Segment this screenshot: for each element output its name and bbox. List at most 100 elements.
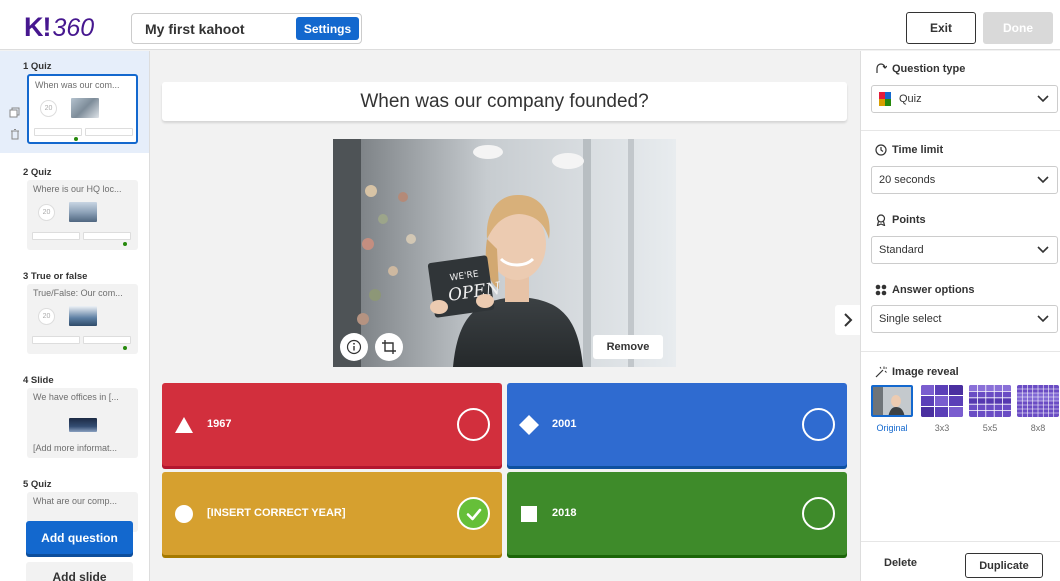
mark-correct-toggle[interactable] (802, 408, 835, 441)
answer-placeholder (83, 232, 131, 240)
reveal-8x8-thumbnail (1017, 385, 1059, 417)
slide-item-2[interactable]: 2 Quiz Where is our HQ loc... 20 (0, 159, 149, 259)
duplicate-button[interactable]: Duplicate (965, 553, 1043, 578)
reveal-5x5-option[interactable] (969, 385, 1011, 417)
slide-item-4[interactable]: 4 Slide We have offices in [... [Add mor… (0, 369, 149, 469)
slide-thumbnail[interactable]: We have offices in [... [Add more inform… (27, 388, 138, 458)
reveal-8x8-option[interactable] (1017, 385, 1059, 417)
collapse-panel-button[interactable] (835, 305, 860, 335)
chevron-down-icon (1037, 315, 1049, 323)
question-type-select[interactable]: Quiz (871, 85, 1058, 113)
exit-button[interactable]: Exit (906, 12, 976, 44)
answer-text: [INSERT CORRECT YEAR] (207, 507, 346, 519)
reveal-option-label: 3x3 (934, 423, 950, 433)
settings-panel: Question type Quiz Time limit 20 seconds… (860, 51, 1060, 581)
image-crop-button[interactable] (375, 333, 403, 361)
answer-text: 2018 (552, 507, 577, 519)
slide-question-preview: True/False: Our com... (33, 288, 123, 298)
settings-button[interactable]: Settings (296, 17, 359, 40)
divider (861, 130, 1060, 131)
triangle-icon (175, 417, 193, 433)
delete-button[interactable]: Delete (884, 557, 917, 569)
slide-label: 4 Slide (23, 375, 54, 386)
slide-timer: 20 (40, 100, 57, 117)
image-reveal-heading: Image reveal (875, 366, 959, 378)
slide-question-preview: What are our comp... (33, 496, 118, 506)
slide-thumbnail[interactable]: True/False: Our com... 20 (27, 284, 138, 354)
slide-image-thumbnail (69, 202, 97, 222)
reveal-original-option[interactable] (871, 385, 913, 417)
slide-image-thumbnail (69, 418, 97, 432)
reveal-option-label: 8x8 (1030, 423, 1046, 433)
points-select[interactable]: Standard (871, 236, 1058, 264)
remove-image-button[interactable]: Remove (593, 335, 663, 359)
divider (861, 351, 1060, 352)
add-slide-button[interactable]: Add slide (26, 562, 133, 581)
crop-icon (382, 340, 396, 354)
slide-body-preview: [Add more informat... (33, 443, 118, 453)
answer-placeholder (32, 232, 80, 240)
award-icon (876, 214, 886, 226)
slide-list-sidebar: 1 Quiz When was our com... 20 2 Quiz Whe… (0, 51, 150, 581)
chevron-down-icon (1037, 246, 1049, 254)
slide-label: 3 True or false (23, 271, 88, 282)
done-button[interactable]: Done (983, 12, 1053, 44)
reveal-3x3-option[interactable] (921, 385, 963, 417)
kahoot-360-logo[interactable]: K! 360 (24, 12, 94, 42)
answer-3[interactable]: [INSERT CORRECT YEAR] (162, 472, 502, 555)
slide-image-thumbnail (69, 306, 97, 326)
answer-text: 1967 (207, 418, 232, 430)
divider (861, 541, 1060, 542)
answer-options-icon (875, 284, 887, 296)
kahoot-title-field[interactable]: My first kahoot Settings (131, 13, 362, 44)
correct-answer-dot (74, 137, 78, 141)
question-title-input[interactable]: When was our company founded? (162, 82, 847, 121)
chevron-down-icon (1037, 95, 1049, 103)
mark-correct-toggle[interactable] (457, 497, 490, 530)
reveal-3x3-thumbnail (921, 385, 963, 417)
kahoot-title: My first kahoot (145, 21, 245, 37)
answer-text: 2001 (552, 418, 577, 430)
reveal-5x5-thumbnail (969, 385, 1011, 417)
answer-options-select[interactable]: Single select (871, 305, 1058, 333)
magic-wand-icon (875, 366, 887, 378)
reveal-original-thumbnail (873, 387, 911, 415)
mark-correct-toggle[interactable] (802, 497, 835, 530)
slide-label: 1 Quiz (23, 61, 52, 72)
slide-item-5[interactable]: 5 Quiz What are our comp... (0, 474, 149, 532)
slide-question-preview: When was our com... (35, 80, 120, 90)
image-info-button[interactable] (340, 333, 368, 361)
correct-answer-dot (123, 346, 127, 350)
clock-icon (875, 144, 887, 156)
slide-thumbnail[interactable]: Where is our HQ loc... 20 (27, 180, 138, 250)
time-limit-heading: Time limit (875, 144, 943, 156)
mark-correct-toggle[interactable] (457, 408, 490, 441)
slide-timer: 20 (38, 204, 55, 221)
answer-1[interactable]: 1967 (162, 383, 502, 466)
trash-icon[interactable] (9, 128, 21, 140)
answer-2[interactable]: 2001 (507, 383, 847, 466)
answer-placeholder (32, 336, 80, 344)
quiz-icon (879, 92, 891, 106)
time-limit-select[interactable]: 20 seconds (871, 166, 1058, 194)
checkmark-icon (466, 508, 481, 520)
slide-image-thumbnail (71, 98, 99, 118)
answer-placeholder (34, 128, 82, 136)
question-type-icon (876, 63, 887, 73)
answer-placeholder (85, 128, 133, 136)
add-question-button[interactable]: Add question (26, 521, 133, 554)
slide-label: 2 Quiz (23, 167, 52, 178)
slide-timer: 20 (38, 308, 55, 325)
slide-question-preview: Where is our HQ loc... (33, 184, 122, 194)
chevron-right-icon (843, 313, 852, 327)
slide-thumbnail[interactable]: When was our com... 20 (27, 74, 138, 144)
points-heading: Points (875, 214, 926, 226)
slide-item-3[interactable]: 3 True or false True/False: Our com... 2… (0, 263, 149, 363)
duplicate-slide-icon[interactable] (9, 107, 21, 119)
answer-4[interactable]: 2018 (507, 472, 847, 555)
chevron-down-icon (1037, 176, 1049, 184)
square-icon (521, 506, 537, 522)
logo-number: 360 (52, 14, 95, 42)
slide-item-1[interactable]: 1 Quiz When was our com... 20 (0, 51, 149, 153)
top-bar: K! 360 My first kahoot Settings Exit Don… (0, 0, 1060, 50)
